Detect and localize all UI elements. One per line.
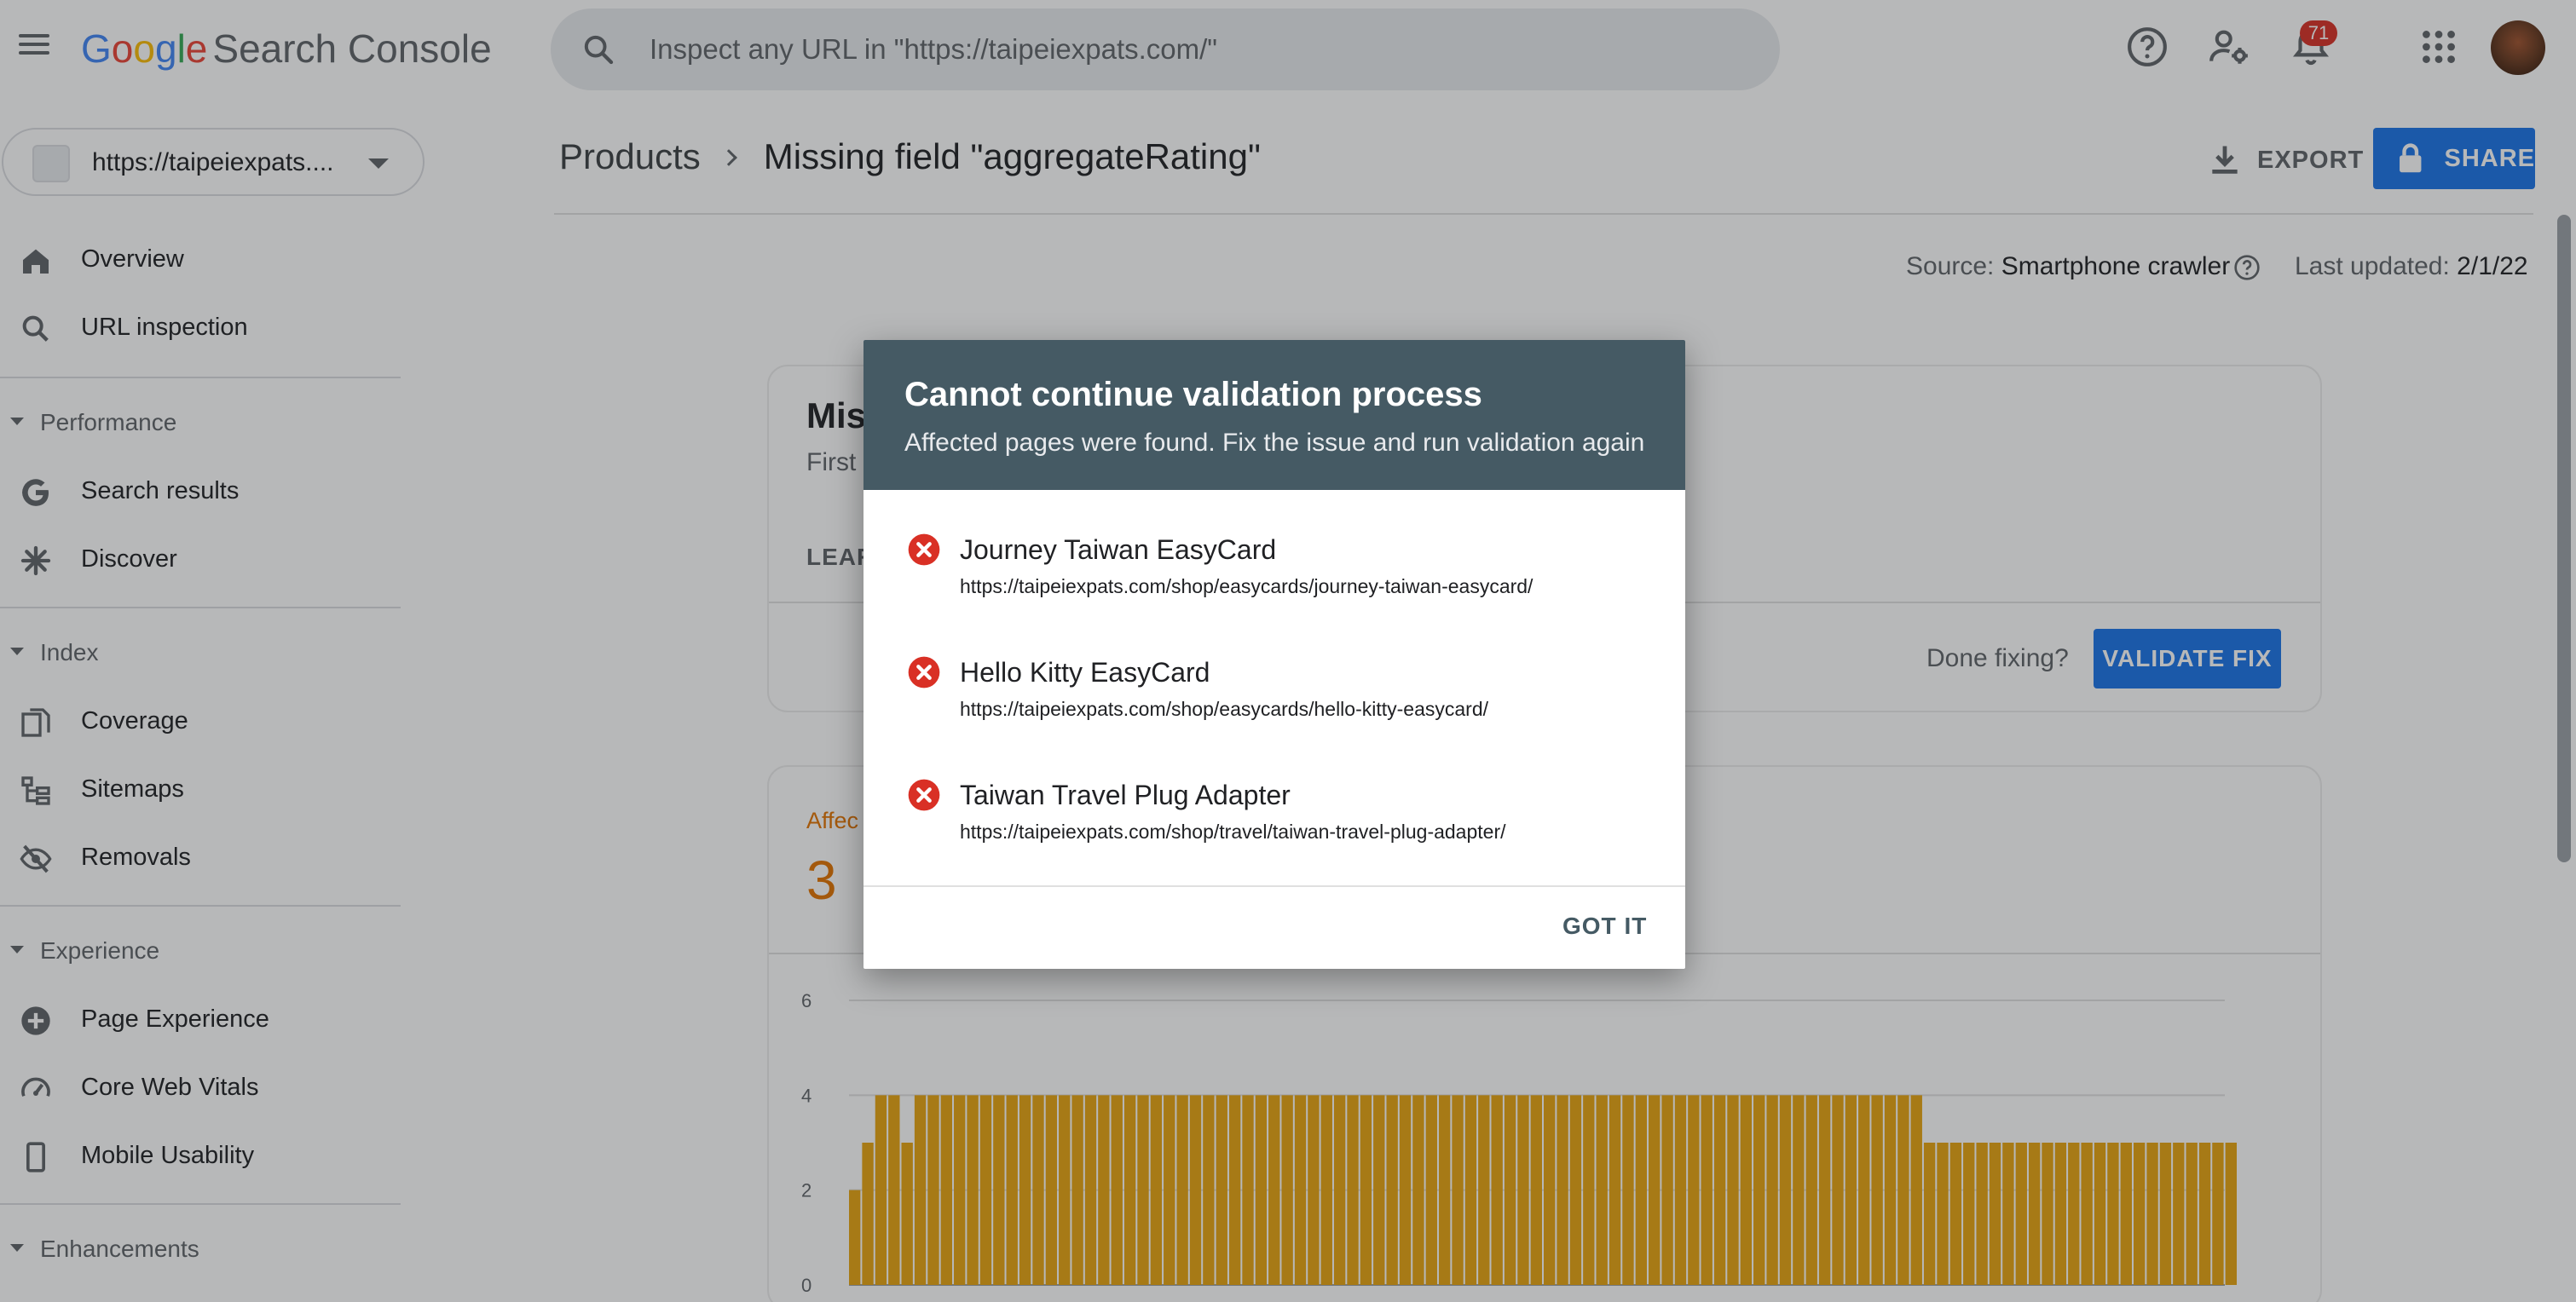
- dialog-header: Cannot continue validation process Affec…: [863, 340, 1685, 490]
- affected-page-name: Journey Taiwan EasyCard: [960, 534, 1277, 565]
- affected-page-url[interactable]: https://taipeiexpats.com/shop/easycards/…: [960, 575, 1533, 598]
- error-icon: [908, 779, 940, 811]
- dialog-divider: [863, 885, 1685, 887]
- affected-page-url[interactable]: https://taipeiexpats.com/shop/travel/tai…: [960, 821, 1506, 844]
- validation-error-dialog: Cannot continue validation process Affec…: [863, 340, 1685, 969]
- error-icon: [908, 656, 940, 688]
- affected-page-name: Hello Kitty EasyCard: [960, 657, 1210, 688]
- got-it-button[interactable]: GOT IT: [1562, 913, 1647, 940]
- error-icon: [908, 533, 940, 566]
- dialog-subtitle: Affected pages were found. Fix the issue…: [904, 429, 1645, 457]
- dialog-title: Cannot continue validation process: [904, 376, 1482, 413]
- affected-page-name: Taiwan Travel Plug Adapter: [960, 780, 1291, 810]
- affected-page-item: Taiwan Travel Plug Adapter https://taipe…: [863, 778, 1685, 889]
- affected-page-item: Journey Taiwan EasyCard https://taipeiex…: [863, 533, 1685, 643]
- affected-page-url[interactable]: https://taipeiexpats.com/shop/easycards/…: [960, 698, 1488, 721]
- affected-page-item: Hello Kitty EasyCard https://taipeiexpat…: [863, 655, 1685, 766]
